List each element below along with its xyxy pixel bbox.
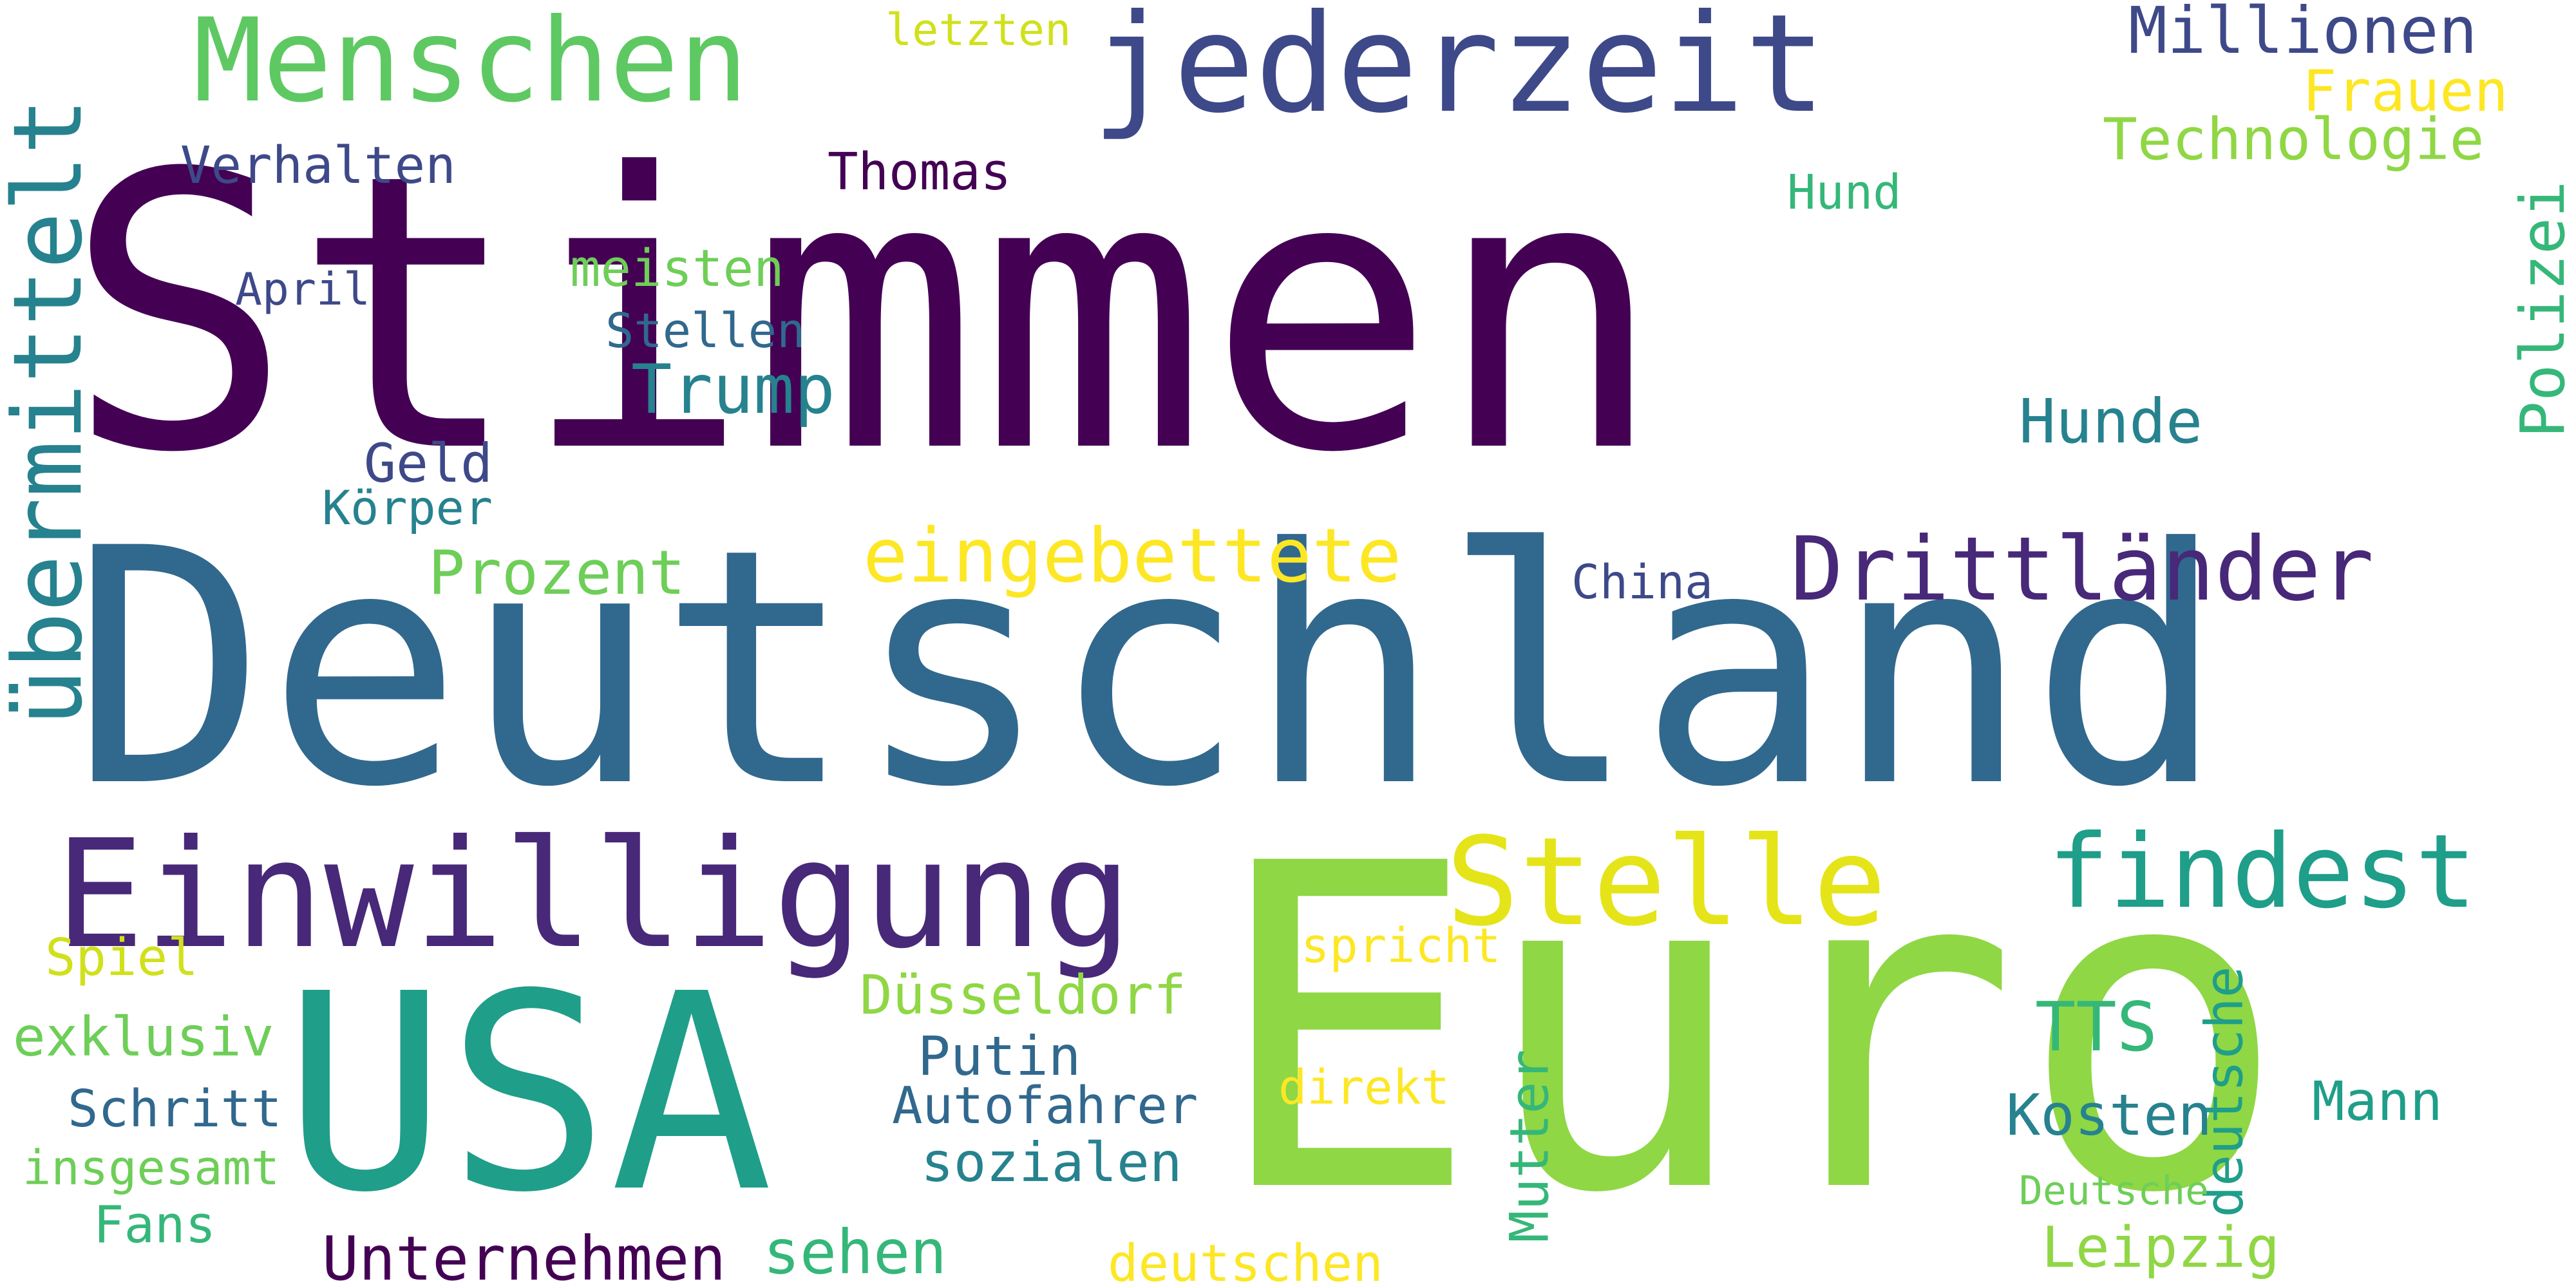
word-deutschen: deutschen	[1108, 1234, 1383, 1288]
word-unternehmen: Unternehmen	[322, 1223, 726, 1288]
word-china: China	[1571, 555, 1713, 611]
word-thomas: Thomas	[828, 142, 1012, 202]
word-exklusiv: exklusiv	[13, 1005, 274, 1068]
word-findest: findest	[2048, 813, 2477, 932]
word-hund: Hund	[1787, 166, 1902, 221]
word-einwilligung: Einwilligung	[55, 808, 1132, 982]
word-leipzig: Leipzig	[2041, 1214, 2280, 1280]
word-direkt: direkt	[1278, 1061, 1450, 1116]
word-koerper: Körper	[322, 481, 493, 536]
word-eingebettete: eingebettete	[863, 513, 1402, 600]
word-meisten: meisten	[570, 239, 784, 299]
word-deutsche-capitalized: Deutsche	[2019, 1168, 2210, 1215]
word-stellen: Stellen	[605, 304, 806, 359]
word-tts: TTS	[2035, 987, 2158, 1067]
word-drittlaender: Drittländer	[1790, 518, 2374, 621]
word-technologie: Technologie	[2103, 106, 2485, 173]
word-sozialen: sozialen	[921, 1130, 1182, 1194]
word-duesseldorf: Düsseldorf	[860, 963, 1186, 1027]
word-verhalten: Verhalten	[180, 136, 456, 196]
word-hunde: Hunde	[2019, 386, 2203, 457]
word-jederzeit: jederzeit	[1092, 0, 1826, 143]
word-usa: USA	[283, 936, 773, 1253]
word-trump: Trump	[631, 350, 835, 430]
word-uebermittelt: übermittelt	[0, 98, 104, 726]
word-cloud: Stimmen Deutschland Euro USA jederzeit M…	[0, 0, 2576, 1288]
word-millionen: Millionen	[2128, 0, 2477, 68]
word-kosten: Kosten	[2006, 1082, 2212, 1149]
word-mann: Mann	[2312, 1069, 2443, 1133]
word-sehen: sehen	[763, 1217, 947, 1288]
word-letzten: letzten	[886, 5, 1072, 57]
word-menschen: Menschen	[193, 0, 748, 128]
word-insgesamt: insgesamt	[23, 1141, 280, 1197]
word-spricht: spricht	[1301, 919, 1501, 974]
word-prozent: Prozent	[428, 537, 686, 609]
word-putin: Putin	[918, 1024, 1081, 1088]
word-spiel: Spiel	[45, 928, 198, 988]
word-mutter: Mutter	[1498, 1049, 1561, 1243]
word-april: April	[235, 263, 370, 316]
word-autofahrer: Autofahrer	[892, 1076, 1198, 1136]
word-stelle: Stelle	[1446, 811, 1887, 954]
word-fans: Fans	[93, 1195, 216, 1255]
word-schritt: Schritt	[68, 1079, 282, 1139]
word-polizei: Polizei	[2508, 180, 2576, 438]
